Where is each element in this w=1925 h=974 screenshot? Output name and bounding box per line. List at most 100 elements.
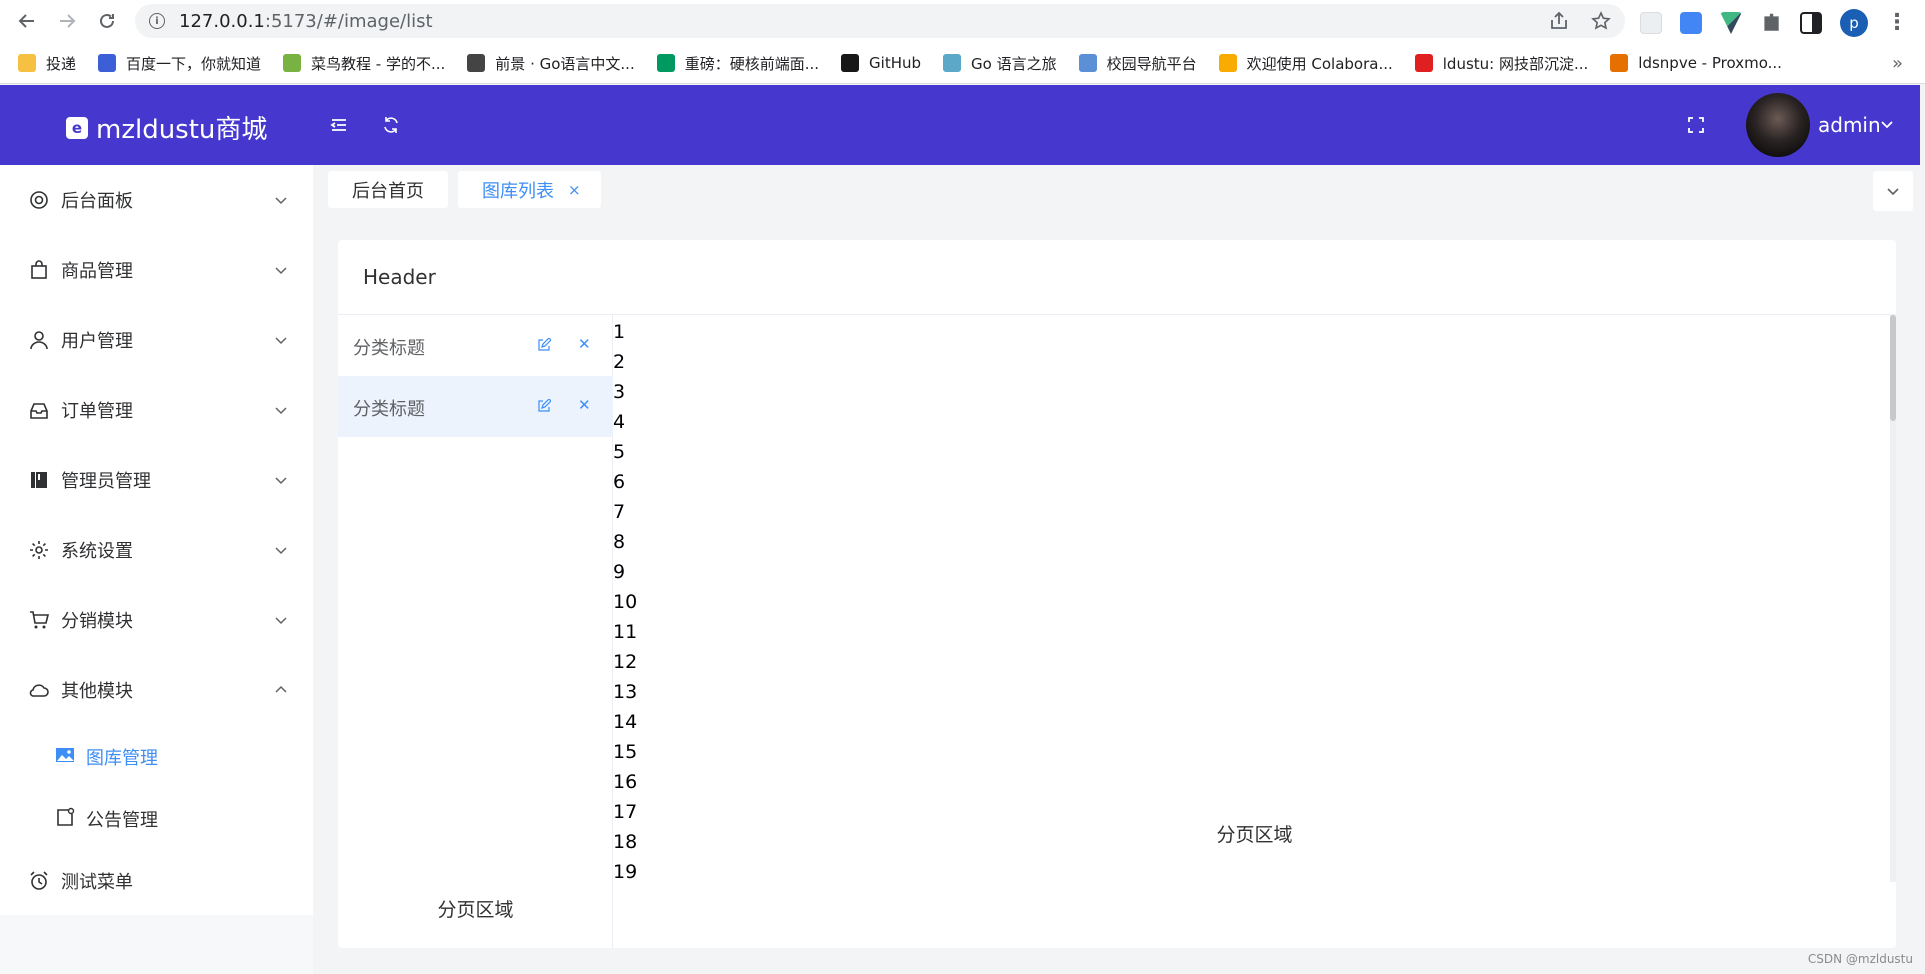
user-name[interactable]: admin [1818,113,1881,137]
bookmark-label: 校园导航平台 [1106,54,1197,73]
brand-logo-icon: e [66,116,88,139]
fullscreen-icon[interactable] [1686,115,1706,135]
side-panel-icon[interactable] [1800,12,1822,34]
gear-icon [28,539,50,561]
card-header-title: Header [363,265,436,289]
list-item: 15 [613,741,638,763]
chevron-down-icon [275,197,287,205]
notebook-icon [28,469,50,491]
sidebar-subitem-label: 公告管理 [86,810,158,831]
avatar[interactable] [1746,93,1810,157]
bookmark-item[interactable]: ldustu: 网技部沉淀... [1414,53,1589,74]
edit-icon[interactable] [537,338,551,352]
site-info-icon[interactable]: i [149,13,165,29]
translate-icon[interactable] [1680,12,1702,34]
colab-icon [1218,54,1237,72]
gitlab-like-icon [1414,54,1433,72]
browser-menu-icon[interactable]: ⋮ [1886,12,1908,34]
bookmark-label: 菜鸟教程 - 学的不... [311,54,446,73]
sidebar-subitem[interactable]: 图库管理 [0,725,313,787]
sidebar-item[interactable]: 系统设置 [0,515,313,585]
bookmark-label: ldustu: 网技部沉淀... [1442,54,1589,73]
bookmark-item[interactable]: 百度一下，你就知道 [98,53,261,74]
close-icon[interactable]: ✕ [578,335,591,353]
list-item: 10 [613,591,638,613]
refresh-icon[interactable] [381,115,401,135]
bookmark-label: ldsnpve - Proxmo... [1638,54,1782,72]
edit-icon[interactable] [537,399,551,413]
sidebar-item-label: 系统设置 [61,541,133,562]
bookmark-item[interactable]: 校园导航平台 [1078,53,1197,74]
bookmark-item[interactable]: 菜鸟教程 - 学的不... [283,53,445,74]
watermark: CSDN @mzldustu [1807,952,1913,966]
profile-avatar[interactable]: p [1840,9,1868,37]
star-icon[interactable] [1591,11,1611,31]
inbox-icon [28,399,50,421]
scrollbar-thumb[interactable] [1890,315,1896,421]
sidebar-item-label: 商品管理 [61,261,133,282]
back-button[interactable] [12,6,42,36]
sidebar-item[interactable]: 订单管理 [0,375,313,445]
sidebar-item-label: 用户管理 [61,331,133,352]
sidebar: 后台面板商品管理用户管理订单管理管理员管理系统设置分销模块 其他模块 图库管理公告管… [0,165,313,915]
shopping-bag-icon [28,259,50,281]
bookmark-label: 投递 [46,54,77,73]
category-item[interactable]: 分类标题 ✕ [338,376,613,437]
brand-title: mzldustu商城 [96,115,268,145]
app-header: e mzldustu商城 admin [0,85,1920,165]
puzzle-icon[interactable] [1764,13,1779,31]
sidebar-item[interactable]: 用户管理 [0,305,313,375]
chevron-down-icon [275,337,287,345]
bookmark-item[interactable]: ldsnpve - Proxmo... [1610,54,1782,72]
sidebar-item[interactable]: 管理员管理 [0,445,313,515]
chevron-down-icon[interactable] [1880,117,1894,131]
sidebar-item[interactable]: 测试菜单 [0,849,313,913]
sidebar-item[interactable]: 分销模块 [0,585,313,655]
image-list-card: Header 分类标题 ✕ 分类标题 ✕ 分页区域 1 2 3 4 5 6 7 8 9 10 11 1… [338,240,1896,948]
aside-pagination: 分页区域 [437,899,514,921]
user-icon [28,329,50,351]
sidebar-item-label: 订单管理 [61,401,133,422]
dashboard-icon [28,189,50,211]
address-bar[interactable]: i 127.0.0.1:5173/#/image/list [135,4,1625,38]
bookmark-item[interactable]: 欢迎使用 Colabora... [1218,53,1393,74]
cloud-icon [28,679,50,701]
fold-menu-icon[interactable] [329,115,349,135]
bookmark-item[interactable]: Go 语言之旅 [943,53,1057,74]
list-item: 8 [613,531,626,553]
tab-dropdown-button[interactable] [1873,171,1913,211]
brand[interactable]: e mzldustu商城 [66,109,267,146]
extension-blank-icon[interactable] [1640,12,1662,34]
folder-icon [18,54,36,72]
close-icon[interactable]: × [568,181,581,199]
tab-label: 图库列表 [482,180,554,202]
image-list: 1 2 3 4 5 6 7 8 9 10 11 12 13 14 15 16 17 18 19 [613,317,713,887]
sidebar-item[interactable]: 后台面板 [0,165,313,235]
reload-button[interactable] [92,6,122,36]
bookmark-item[interactable]: 投递 [18,53,76,74]
category-item[interactable]: 分类标题 ✕ [338,315,613,376]
bookmark-item[interactable]: GitHub [841,54,921,72]
sidebar-item[interactable]: 商品管理 [0,235,313,305]
bookmark-item[interactable]: 重磅：硬核前端面... [656,53,820,74]
sidebar-item-label: 测试菜单 [61,872,133,893]
share-icon[interactable] [1549,11,1569,31]
sidebar-subitem[interactable]: 公告管理 [0,787,313,849]
sidebar-item-label: 管理员管理 [61,471,151,492]
github-icon [841,54,860,72]
list-item: 16 [613,771,638,793]
tab-home[interactable]: 后台首页 [328,171,448,208]
sidebar-item[interactable]: 其他模块 [0,655,313,725]
list-item: 3 [613,381,626,403]
browser-toolbar: i 127.0.0.1:5173/#/image/list p ⋮ [0,0,1925,43]
chevron-down-icon [275,267,287,275]
campus-icon [1078,54,1097,72]
vue-devtools-icon[interactable] [1720,12,1742,34]
bookmark-item[interactable]: 前景 · Go语言中文... [467,53,635,74]
forward-button[interactable] [52,6,82,36]
list-item: 1 [613,321,626,343]
bookmarks-overflow-icon[interactable]: » [1892,53,1903,74]
bookmark-label: 重磅：硬核前端面... [684,54,820,73]
close-icon[interactable]: ✕ [578,396,591,414]
tab-image-list[interactable]: 图库列表 × [458,171,601,208]
